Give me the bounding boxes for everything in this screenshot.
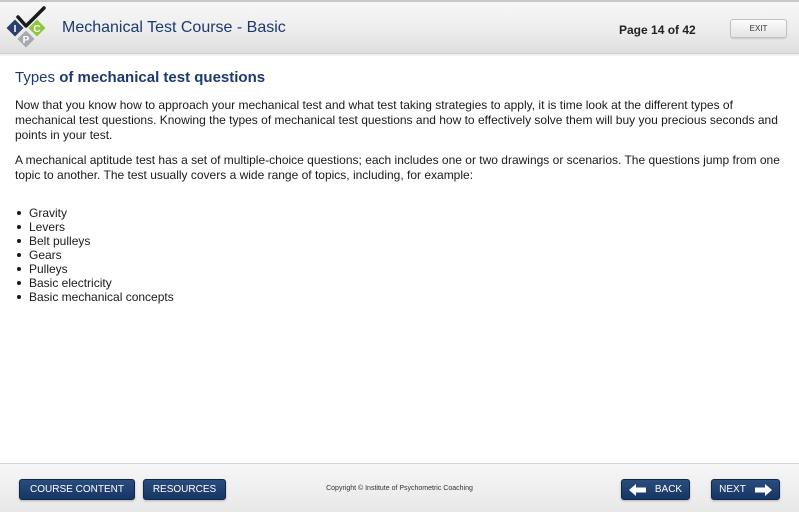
footer-bar: COURSE CONTENT RESOURCES Copyright © Ins…: [0, 463, 799, 512]
svg-text:C: C: [33, 24, 40, 35]
svg-text:I: I: [14, 24, 17, 35]
list-item: Pulleys: [15, 262, 790, 276]
topics-paragraph: A mechanical aptitude test has a set of …: [15, 153, 780, 182]
list-item: Belt pulleys: [15, 234, 790, 248]
section-title-bold: of mechanical test questions: [55, 69, 266, 86]
page-indicator: Page 14 of 42: [619, 23, 696, 37]
section-title-light: Types: [15, 69, 56, 86]
list-item: Basic mechanical concepts: [15, 290, 790, 304]
back-button[interactable]: BACK: [621, 479, 690, 500]
list-item: Levers: [15, 220, 790, 234]
list-item: Gravity: [15, 206, 790, 220]
section-title: Types of mechanical test questions: [15, 69, 790, 86]
logo-diamond-p: P: [17, 30, 35, 48]
exit-button[interactable]: EXIT: [730, 19, 787, 38]
next-button[interactable]: NEXT: [711, 479, 780, 500]
next-label: NEXT: [719, 484, 746, 495]
list-item: Gears: [15, 248, 790, 262]
arrow-left-icon: [628, 483, 646, 496]
arrow-right-icon: [754, 483, 772, 496]
course-title: Mechanical Test Course - Basic: [62, 19, 286, 36]
lesson-content: Types of mechanical test questions Now t…: [15, 69, 790, 304]
intro-paragraph: Now that you know how to approach your m…: [15, 98, 778, 142]
list-item: Basic electricity: [15, 276, 790, 290]
header-bar: I C P Mechanical Test Course - Basic Pag…: [0, 0, 799, 56]
topics-list: Gravity Levers Belt pulleys Gears Pulley…: [15, 206, 790, 304]
svg-text:P: P: [23, 35, 30, 46]
back-label: BACK: [654, 484, 683, 495]
ipc-logo: I C P: [6, 6, 46, 48]
